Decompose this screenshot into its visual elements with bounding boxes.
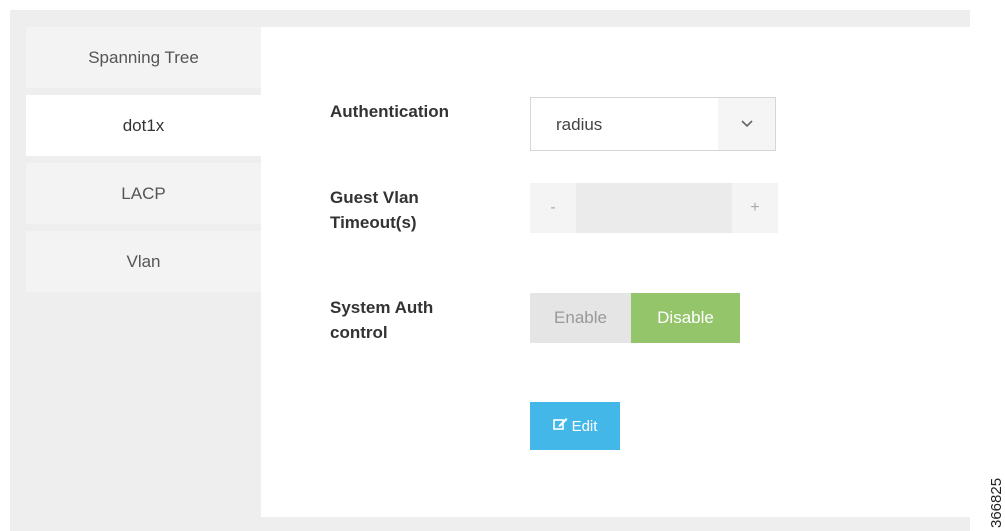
authentication-select-value: radius	[556, 115, 603, 134]
sidebar-item-spanning-tree[interactable]: Spanning Tree	[26, 27, 261, 88]
system-auth-control-label: System Auth control	[330, 295, 433, 345]
increment-button[interactable]: +	[732, 183, 778, 233]
authentication-select[interactable]: radius	[530, 97, 776, 151]
system-auth-label-line1: System Auth	[330, 298, 434, 317]
decrement-button[interactable]: -	[530, 183, 576, 233]
guest-vlan-label-line2: Timeout(s)	[330, 213, 417, 232]
guest-vlan-timeout-stepper: - +	[530, 183, 778, 233]
figure-id: 366825	[988, 477, 1005, 528]
system-auth-toggle: Enable Disable	[530, 293, 740, 343]
edit-button[interactable]: Edit	[530, 402, 620, 450]
sidebar-item-dot1x[interactable]: dot1x	[26, 95, 261, 156]
enable-option[interactable]: Enable	[530, 293, 631, 343]
sidebar-item-vlan[interactable]: Vlan	[26, 231, 261, 292]
guest-vlan-label-line1: Guest Vlan	[330, 188, 419, 207]
system-auth-label-line2: control	[330, 323, 388, 342]
sidebar-item-lacp[interactable]: LACP	[26, 163, 261, 224]
edit-button-label: Edit	[571, 417, 598, 435]
edit-icon	[552, 417, 568, 435]
authentication-label: Authentication	[330, 102, 449, 121]
guest-vlan-timeout-label: Guest Vlan Timeout(s)	[330, 185, 419, 235]
disable-option[interactable]: Disable	[631, 293, 740, 343]
sidebar: Spanning Tree dot1x LACP Vlan	[26, 27, 261, 299]
guest-vlan-timeout-input[interactable]	[576, 183, 732, 233]
chevron-down-icon[interactable]	[718, 98, 775, 150]
dot1x-settings-content: Authentication radius Guest Vlan Timeout…	[261, 27, 975, 517]
